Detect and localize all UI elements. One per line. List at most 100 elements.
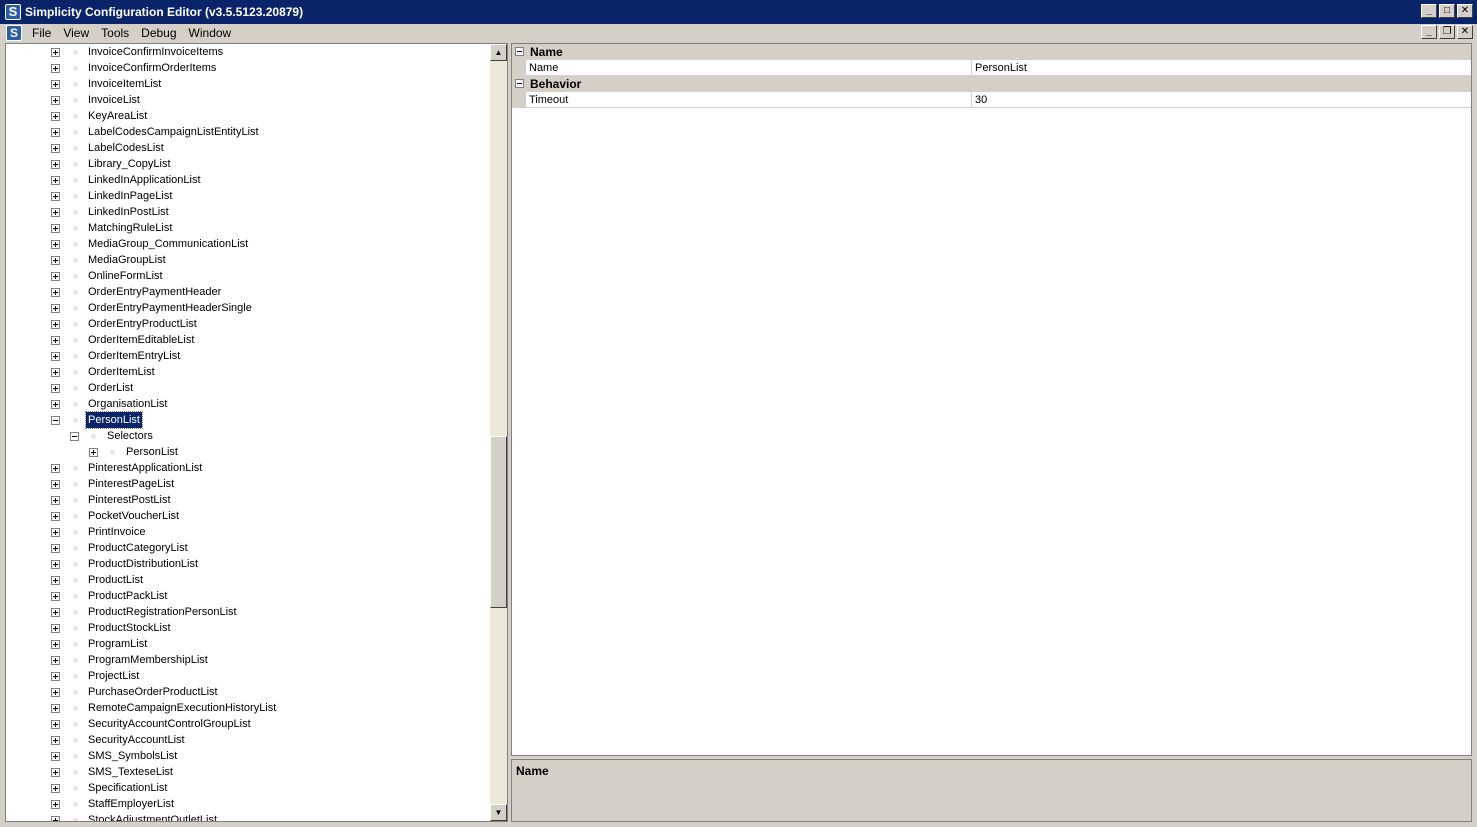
tree-node-label[interactable]: LabelCodesCampaignListEntityList	[86, 124, 261, 140]
tree-node[interactable]: PinterestPostList	[6, 492, 492, 508]
tree-node-label[interactable]: PinterestApplicationList	[86, 460, 204, 476]
expand-icon[interactable]	[51, 512, 60, 521]
tree-node[interactable]: SecurityAccountList	[6, 732, 492, 748]
property-grid[interactable]: Name Name PersonList Behavior Timeout 30	[511, 43, 1472, 756]
tree-node[interactable]: OrderEntryPaymentHeader	[6, 284, 492, 300]
expand-icon[interactable]	[51, 720, 60, 729]
tree-node[interactable]: LabelCodesList	[6, 140, 492, 156]
collapse-icon[interactable]	[515, 47, 524, 56]
expand-icon[interactable]	[51, 496, 60, 505]
mdi-close-button[interactable]: ✕	[1457, 25, 1473, 39]
tree-node-label[interactable]: OrderEntryPaymentHeaderSingle	[86, 300, 254, 316]
tree-node[interactable]: OrderEntryProductList	[6, 316, 492, 332]
maximize-button[interactable]: □	[1439, 4, 1455, 18]
tree-node-label[interactable]: RemoteCampaignExecutionHistoryList	[86, 700, 278, 716]
tree-node-label[interactable]: ProductStockList	[86, 620, 173, 636]
expand-icon[interactable]	[51, 48, 60, 57]
collapse-icon[interactable]	[70, 432, 79, 441]
tree-node[interactable]: KeyAreaList	[6, 108, 492, 124]
scroll-up-arrow[interactable]: ▲	[490, 44, 507, 61]
tree-node-label[interactable]: StockAdjustmentOutletList	[86, 812, 219, 821]
expand-icon[interactable]	[51, 464, 60, 473]
tree-node[interactable]: OrderItemEntryList	[6, 348, 492, 364]
expand-icon[interactable]	[51, 656, 60, 665]
tree-node-label[interactable]: PocketVoucherList	[86, 508, 181, 524]
tree-node-label[interactable]: OrderEntryPaymentHeader	[86, 284, 223, 300]
expand-icon[interactable]	[51, 800, 60, 809]
tree-node-label[interactable]: InvoiceItemList	[86, 76, 163, 92]
tree-node[interactable]: OnlineFormList	[6, 268, 492, 284]
expand-icon[interactable]	[51, 544, 60, 553]
tree-node[interactable]: PinterestApplicationList	[6, 460, 492, 476]
expand-icon[interactable]	[51, 304, 60, 313]
expand-icon[interactable]	[51, 736, 60, 745]
tree-node-label[interactable]: PinterestPageList	[86, 476, 176, 492]
tree-node-label[interactable]: LinkedInPageList	[86, 188, 174, 204]
expand-icon[interactable]	[51, 480, 60, 489]
tree-node[interactable]: SMS_SymbolsList	[6, 748, 492, 764]
tree-node[interactable]: LinkedInPostList	[6, 204, 492, 220]
tree-node-label[interactable]: PinterestPostList	[86, 492, 173, 508]
tree-node-label[interactable]: ProductList	[86, 572, 145, 588]
scroll-thumb[interactable]	[490, 436, 507, 608]
tree-node[interactable]: PocketVoucherList	[6, 508, 492, 524]
tree-node-label[interactable]: OrganisationList	[86, 396, 170, 412]
tree-node[interactable]: ProductPackList	[6, 588, 492, 604]
expand-icon[interactable]	[51, 256, 60, 265]
tree-node[interactable]: ProductDistributionList	[6, 556, 492, 572]
tree-node[interactable]: SecurityAccountControlGroupList	[6, 716, 492, 732]
tree-node[interactable]: ProductStockList	[6, 620, 492, 636]
tree-node[interactable]: ProductList	[6, 572, 492, 588]
expand-icon[interactable]	[51, 272, 60, 281]
tree-node-label[interactable]: InvoiceConfirmInvoiceItems	[86, 44, 225, 60]
collapse-icon[interactable]	[51, 416, 60, 425]
tree-node-label[interactable]: SMS_TexteseList	[86, 764, 175, 780]
expand-icon[interactable]	[51, 352, 60, 361]
expand-icon[interactable]	[51, 752, 60, 761]
scroll-down-arrow[interactable]: ▼	[490, 804, 507, 821]
tree-node[interactable]: LinkedInApplicationList	[6, 172, 492, 188]
tree-node[interactable]: PersonList	[6, 444, 492, 460]
tree-node-label[interactable]: SMS_SymbolsList	[86, 748, 179, 764]
tree-node-label[interactable]: SpecificationList	[86, 780, 170, 796]
tree-node-label[interactable]: InvoiceList	[86, 92, 142, 108]
expand-icon[interactable]	[51, 768, 60, 777]
tree-node[interactable]: MediaGroup_CommunicationList	[6, 236, 492, 252]
tree-vertical-scrollbar[interactable]: ▲ ▼	[490, 44, 507, 821]
expand-icon[interactable]	[51, 384, 60, 393]
menu-file[interactable]: File	[26, 26, 57, 40]
tree-node[interactable]: SMS_TexteseList	[6, 764, 492, 780]
expand-icon[interactable]	[51, 704, 60, 713]
tree-node-label[interactable]: ProgramList	[86, 636, 149, 652]
property-row-name[interactable]: Name PersonList	[512, 60, 1471, 76]
tree-node-label[interactable]: LabelCodesList	[86, 140, 166, 156]
tree-node-label[interactable]: PurchaseOrderProductList	[86, 684, 220, 700]
menu-tools[interactable]: Tools	[95, 26, 135, 40]
expand-icon[interactable]	[51, 176, 60, 185]
tree-node-label[interactable]: ProductCategoryList	[86, 540, 190, 556]
tree-node-label[interactable]: MatchingRuleList	[86, 220, 174, 236]
property-category-name[interactable]: Name	[512, 44, 1471, 60]
expand-icon[interactable]	[51, 624, 60, 633]
minimize-button[interactable]: _	[1421, 4, 1437, 18]
menu-debug[interactable]: Debug	[135, 26, 182, 40]
expand-icon[interactable]	[51, 592, 60, 601]
expand-icon[interactable]	[51, 64, 60, 73]
tree-node-label[interactable]: InvoiceConfirmOrderItems	[86, 60, 218, 76]
tree-node[interactable]: MatchingRuleList	[6, 220, 492, 236]
expand-icon[interactable]	[51, 784, 60, 793]
expand-icon[interactable]	[51, 368, 60, 377]
property-timeout-value[interactable]: 30	[975, 92, 987, 108]
tree-node[interactable]: InvoiceList	[6, 92, 492, 108]
tree-node-label[interactable]: OrderEntryProductList	[86, 316, 199, 332]
tree-node[interactable]: OrderItemList	[6, 364, 492, 380]
tree-node-label[interactable]: Library_CopyList	[86, 156, 173, 172]
expand-icon[interactable]	[89, 448, 98, 457]
expand-icon[interactable]	[51, 224, 60, 233]
expand-icon[interactable]	[51, 288, 60, 297]
tree-node-label[interactable]: PersonList	[124, 444, 180, 460]
expand-icon[interactable]	[51, 688, 60, 697]
tree-node[interactable]: ProductRegistrationPersonList	[6, 604, 492, 620]
expand-icon[interactable]	[51, 608, 60, 617]
expand-icon[interactable]	[51, 208, 60, 217]
